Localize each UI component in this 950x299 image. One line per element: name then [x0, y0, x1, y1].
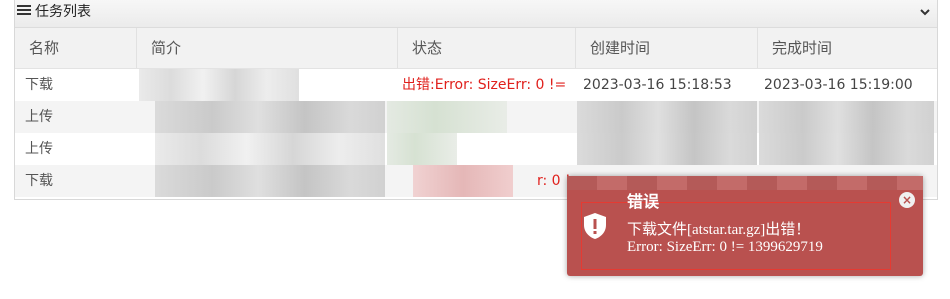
table-row[interactable]: 下载 出错:Error: SizeErr: 0 != 2023-03-16 15…	[15, 69, 937, 101]
task-status: 出错:Error: SizeErr: 0 !=	[402, 77, 567, 93]
toast-redacted-strip	[567, 176, 923, 190]
list-icon	[17, 5, 31, 17]
close-icon[interactable]: ×	[899, 192, 915, 208]
column-header-name[interactable]: 名称	[15, 28, 137, 68]
toast-message-line2: Error: SizeErr: 0 != 1399629719	[627, 239, 823, 255]
table-row[interactable]: 上传	[15, 101, 937, 133]
task-name: 上传	[25, 141, 53, 157]
task-name: 上传	[25, 109, 53, 125]
redacted-status	[413, 165, 513, 197]
redacted-description	[155, 101, 385, 133]
chevron-down-icon[interactable]	[918, 5, 932, 19]
column-header-finished-time[interactable]: 完成时间	[758, 28, 937, 68]
panel-header[interactable]: 任务列表	[15, 0, 937, 28]
shield-alert-icon	[584, 213, 606, 239]
toast-title: 错误	[627, 192, 660, 211]
table-row[interactable]: 上传	[15, 133, 937, 165]
task-list-panel: 任务列表 名称 简介 状态 创建时间 完成时间 下载 出错:Error: Siz…	[14, 0, 938, 200]
redacted-status	[387, 133, 457, 165]
redacted-status	[387, 101, 507, 133]
column-header-description[interactable]: 简介	[137, 28, 398, 68]
redacted-description	[155, 165, 385, 197]
column-header-status[interactable]: 状态	[398, 28, 576, 68]
task-name: 下载	[25, 77, 53, 93]
task-created-time: 2023-03-16 15:18:53	[583, 77, 732, 93]
redacted-created-time	[577, 101, 757, 133]
redacted-description	[139, 69, 299, 101]
redacted-description	[155, 133, 385, 165]
table-header: 名称 简介 状态 创建时间 完成时间	[15, 28, 937, 69]
redacted-finished-time	[759, 133, 934, 165]
error-toast[interactable]: × 错误 下载文件[atstar.tar.gz]出错！ Error: SizeE…	[567, 176, 923, 276]
toast-message-line1: 下载文件[atstar.tar.gz]出错！	[627, 222, 811, 238]
task-finished-time: 2023-03-16 15:19:00	[764, 77, 913, 93]
redacted-created-time	[577, 133, 757, 165]
task-name: 下载	[25, 173, 53, 189]
column-header-created-time[interactable]: 创建时间	[576, 28, 758, 68]
panel-title: 任务列表	[35, 4, 91, 20]
task-table: 名称 简介 状态 创建时间 完成时间 下载 出错:Error: SizeErr:…	[15, 28, 937, 197]
redacted-finished-time	[759, 101, 934, 133]
